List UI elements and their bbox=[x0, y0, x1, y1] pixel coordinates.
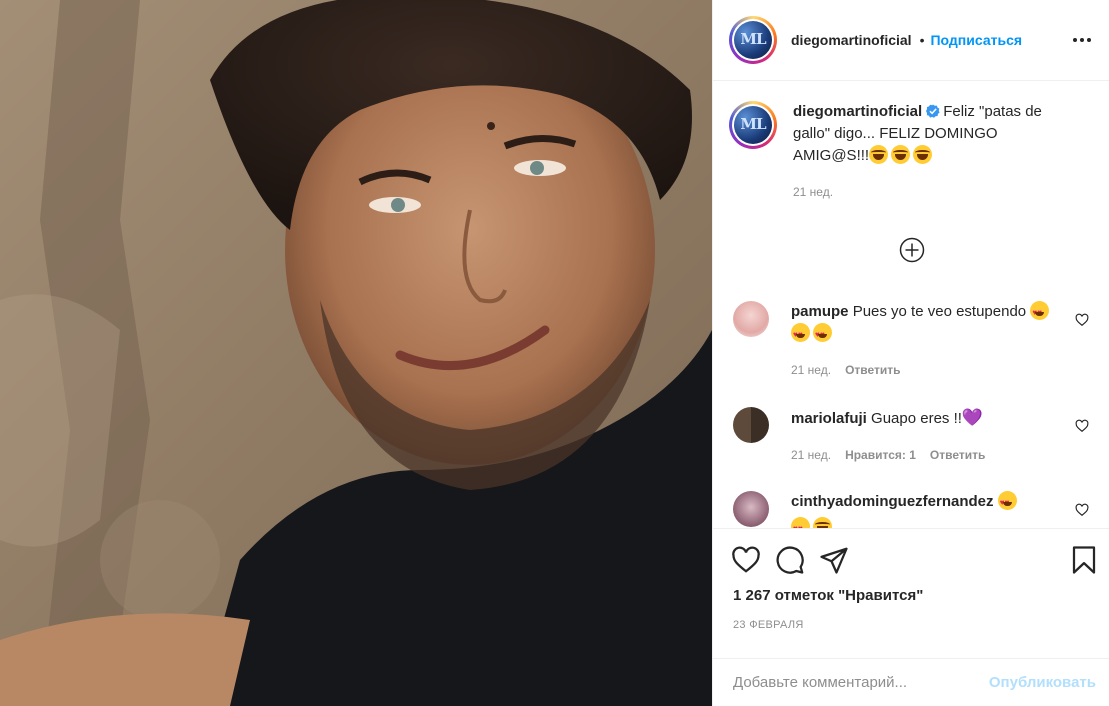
comment-item: mariolafuji Guapo eres !!💜 21 нед. Нрави… bbox=[733, 407, 1093, 466]
caption-author-avatar[interactable]: ML bbox=[729, 101, 777, 149]
commenter-username[interactable]: cinthyadominguezfernandez bbox=[791, 493, 994, 510]
author-username[interactable]: diegomartinoficial bbox=[791, 32, 912, 48]
comment-like-icon[interactable] bbox=[1075, 503, 1089, 517]
comment-like-icon[interactable] bbox=[1075, 313, 1089, 327]
comment-likes[interactable]: Нравится: 1 bbox=[845, 444, 916, 466]
post-side-panel: ML diegomartinoficial • Подписаться ML d… bbox=[712, 0, 1109, 706]
like-icon[interactable] bbox=[731, 545, 761, 575]
heart-eyes-emoji bbox=[813, 323, 832, 346]
comment-item: cinthyadominguezfernandez bbox=[733, 491, 1093, 528]
comment-meta: 21 нед. Ответить bbox=[791, 359, 1061, 381]
laugh-emoji bbox=[891, 145, 911, 164]
post-caption: ML diegomartinoficial Feliz "patas de gal… bbox=[729, 101, 1089, 203]
heart-eyes-emoji bbox=[791, 517, 810, 528]
avatar-image: ML bbox=[734, 21, 772, 59]
instagram-post: ML diegomartinoficial • Подписаться ML d… bbox=[0, 0, 1109, 706]
caption-time[interactable]: 21 нед. bbox=[793, 181, 1073, 203]
purple-heart-emoji: 💜 bbox=[961, 408, 984, 427]
share-icon[interactable] bbox=[819, 545, 849, 575]
comment-time[interactable]: 21 нед. bbox=[791, 444, 831, 466]
laugh-emoji bbox=[913, 145, 933, 164]
comment-text: Guapo eres !! bbox=[871, 410, 962, 427]
follow-button[interactable]: Подписаться bbox=[930, 32, 1022, 48]
comment-item: pamupe Pues yo te veo estupendo 21 нед. … bbox=[733, 301, 1093, 381]
heart-eyes-emoji bbox=[791, 323, 810, 346]
likes-count[interactable]: 1 267 отметок "Нравится" bbox=[733, 587, 923, 604]
publish-button[interactable]: Опубликовать bbox=[989, 674, 1096, 691]
laugh-emoji bbox=[869, 145, 889, 164]
reply-button[interactable]: Ответить bbox=[930, 444, 985, 466]
comment-meta: 21 нед. Нравится: 1 Ответить bbox=[791, 444, 1061, 466]
comments-list[interactable]: ML diegomartinoficial Feliz "patas de gal… bbox=[713, 81, 1109, 528]
author-avatar[interactable]: ML bbox=[729, 16, 777, 64]
separator-dot: • bbox=[919, 32, 925, 48]
heart-eyes-emoji bbox=[997, 491, 1017, 514]
avatar-image: ML bbox=[734, 106, 772, 144]
comment-text: Pues yo te veo estupendo bbox=[852, 303, 1027, 320]
heart-eyes-emoji bbox=[1030, 301, 1050, 324]
commenter-avatar[interactable] bbox=[733, 491, 769, 527]
post-actions: 1 267 отметок "Нравится" 23 ФЕВРАЛЯ bbox=[713, 528, 1109, 660]
commenter-username[interactable]: mariolafuji bbox=[791, 410, 867, 427]
save-icon[interactable] bbox=[1069, 545, 1099, 575]
comment-input[interactable] bbox=[733, 674, 989, 691]
more-options-icon[interactable] bbox=[1070, 28, 1094, 52]
verified-badge-icon bbox=[926, 104, 940, 118]
caption-username[interactable]: diegomartinoficial bbox=[793, 103, 922, 120]
avatar-monogram: ML bbox=[740, 115, 766, 133]
post-date[interactable]: 23 ФЕВРАЛЯ bbox=[733, 619, 804, 631]
load-more-comments-icon[interactable] bbox=[899, 237, 925, 263]
commenter-avatar[interactable] bbox=[733, 407, 769, 443]
comment-time[interactable]: 21 нед. bbox=[791, 359, 831, 381]
portrait-image bbox=[0, 0, 712, 706]
reply-button[interactable]: Ответить bbox=[845, 359, 900, 381]
smile-emoji bbox=[813, 517, 832, 528]
commenter-avatar[interactable] bbox=[733, 301, 769, 337]
post-header: ML diegomartinoficial • Подписаться bbox=[713, 0, 1109, 81]
post-photo[interactable] bbox=[0, 0, 712, 706]
comment-icon[interactable] bbox=[775, 545, 805, 575]
commenter-username[interactable]: pamupe bbox=[791, 303, 849, 320]
comment-like-icon[interactable] bbox=[1075, 419, 1089, 433]
avatar-monogram: ML bbox=[740, 30, 766, 48]
add-comment-form: Опубликовать bbox=[713, 658, 1109, 706]
